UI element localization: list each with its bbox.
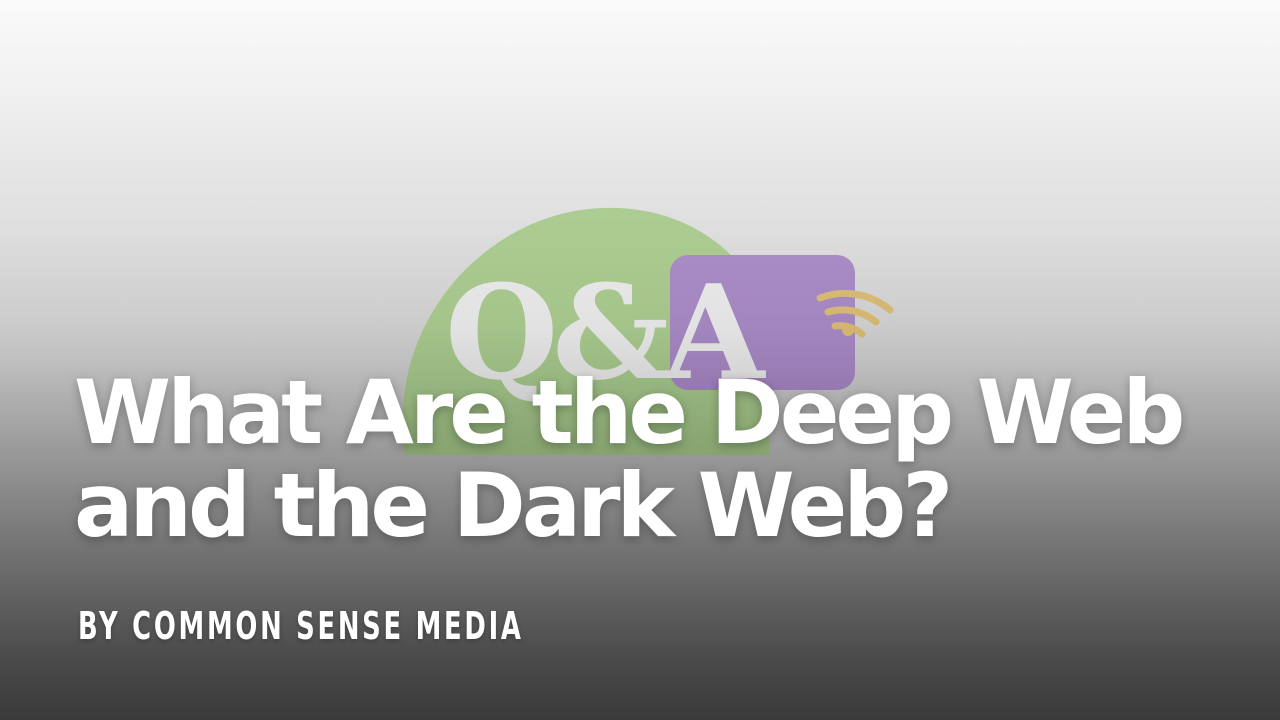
- title-line-2: and the Dark Web?: [74, 454, 953, 557]
- wifi-dot: [842, 324, 854, 336]
- title-line-1: What Are the Deep Web: [74, 361, 1185, 464]
- page-title: What Are the Deep Web and the Dark Web?: [74, 366, 1224, 552]
- byline: By Common Sense Media: [78, 604, 524, 648]
- hero-thumbnail: Q&A What Are the Deep Web and the Dark W…: [0, 0, 1280, 720]
